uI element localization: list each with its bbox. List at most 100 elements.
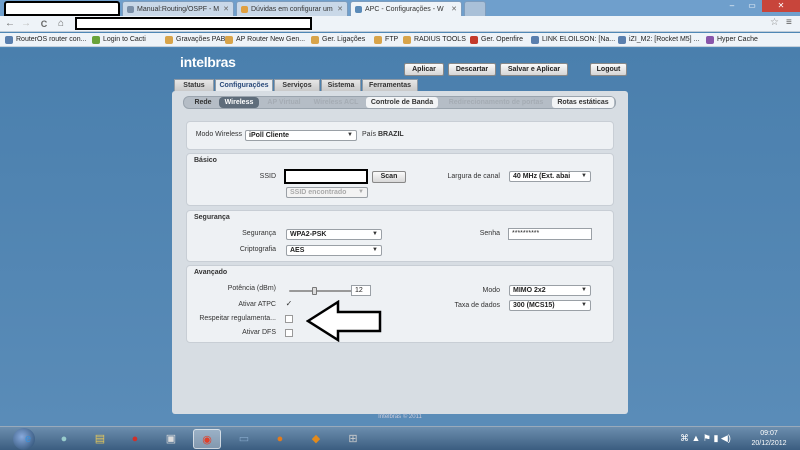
regulations-label: Respeitar regulamenta... [199, 315, 276, 322]
regulations-checkbox[interactable] [285, 315, 293, 323]
forward-arrow-icon[interactable]: → [20, 18, 32, 30]
internet-explorer-icon[interactable]: e [14, 429, 42, 449]
bookmark-star-icon[interactable]: ☆ [770, 17, 779, 28]
subtab-redirecionamento: Redirecionamento de portas [448, 99, 544, 106]
bookmark-item[interactable]: Hyper Cache [706, 36, 758, 44]
bookmarks-bar: RouterOS router con... Login to Cacti Grav… [0, 33, 800, 47]
bookmark-item[interactable]: iZI_M2: [Rocket M5] ... [618, 36, 700, 44]
power-input[interactable]: 12 [351, 285, 371, 296]
browser-tab[interactable]: Dúvidas em configurar um ✕ [236, 1, 348, 16]
channel-width-label: Largura de canal [447, 173, 500, 180]
clock-time: 09:07 [760, 430, 778, 437]
address-bar[interactable] [75, 17, 312, 30]
mimo-mode-select[interactable]: MIMO 2x2 ▼ [509, 285, 591, 296]
power-slider[interactable] [289, 287, 353, 295]
channel-width-select[interactable]: 40 MHz (Ext. abai ▼ [509, 171, 591, 182]
chrome-icon[interactable]: ◉ [193, 429, 221, 449]
bookmark-item[interactable]: Ger. Ligações [311, 36, 366, 44]
tab-status[interactable]: Status [174, 79, 214, 91]
windows-taskbar: e ● ▤ ● ▣ ◉ ▭ ● ◆ ⊞ ⌘ ▲ ⚑ ▮ ◀) 09:07 20/12/2012 [0, 426, 800, 450]
bookmark-item[interactable]: Gravações PABX [165, 36, 230, 44]
password-label: Senha [479, 230, 500, 237]
atpc-checkbox[interactable]: ✓ [285, 300, 293, 309]
firefox-icon[interactable]: ● [266, 429, 294, 449]
bookmark-label: Ger. Ligações [322, 36, 366, 43]
subtab-controle-banda[interactable]: Controle de Banda [366, 97, 438, 108]
bookmark-item[interactable]: Ger. Openfire [470, 36, 523, 44]
data-rate-select[interactable]: 300 (MCS15) ▼ [509, 300, 591, 311]
security-title: Segurança [194, 214, 230, 221]
maximize-icon[interactable]: ▭ [742, 0, 762, 12]
subtab-rotas-estaticas[interactable]: Rotas estáticas [552, 97, 614, 108]
intelbras-logo: intelbras [180, 54, 236, 70]
red-app-icon[interactable]: ● [121, 429, 149, 449]
atpc-label: Ativar ATPC [238, 301, 276, 308]
footer-copyright: Intelbras © 2011 [378, 414, 422, 420]
flame-app-icon[interactable]: ◆ [302, 429, 330, 449]
password-value: ********** [512, 230, 540, 237]
security-label: Segurança [242, 230, 276, 237]
bookmark-label: Hyper Cache [717, 36, 758, 43]
chevron-down-icon: ▼ [372, 247, 378, 253]
page-favicon-icon [355, 6, 362, 13]
tab-label: Manual:Routing/OSPF - M [137, 6, 220, 13]
close-tab-icon[interactable]: ✕ [337, 5, 343, 13]
explorer-folder-icon[interactable]: ▤ [86, 429, 114, 449]
minimize-icon[interactable]: – [722, 0, 742, 12]
tab-sistema[interactable]: Sistema [321, 79, 361, 91]
page-favicon-icon [127, 6, 134, 13]
tab-ferramentas[interactable]: Ferramentas [362, 79, 418, 91]
close-tab-icon[interactable]: ✕ [223, 5, 229, 13]
system-tray-icons[interactable]: ⌘ ▲ ⚑ ▮ ◀) [680, 433, 731, 444]
back-arrow-icon[interactable]: ← [4, 18, 16, 30]
bookmark-item[interactable]: AP Router New Gen... [225, 36, 306, 44]
apply-button[interactable]: Aplicar [404, 63, 444, 76]
network-app-icon[interactable]: ▣ [157, 429, 185, 449]
crypto-label: Criptografia [239, 246, 276, 253]
bookmark-item[interactable]: Login to Cacti [92, 36, 146, 44]
bookmark-label: AP Router New Gen... [236, 36, 306, 43]
browser-tab[interactable] [4, 1, 120, 16]
bookmark-favicon-icon [311, 36, 319, 44]
save-apply-button[interactable]: Salvar e Aplicar [500, 63, 568, 76]
dfs-checkbox[interactable] [285, 329, 293, 337]
bookmark-favicon-icon [706, 36, 714, 44]
bookmark-item[interactable]: RouterOS router con... [5, 36, 86, 44]
browser-menu-icon[interactable]: ≡ [786, 17, 792, 28]
password-input[interactable]: ********** [508, 228, 592, 240]
logout-button[interactable]: Logout [590, 63, 627, 76]
close-window-icon[interactable]: ✕ [762, 0, 800, 12]
network-connect-icon[interactable]: ⊞ [339, 429, 367, 449]
scan-button[interactable]: Scan [372, 171, 406, 183]
reload-icon[interactable]: C [38, 18, 50, 30]
messenger-icon[interactable]: ● [50, 429, 78, 449]
ssid-input[interactable] [284, 169, 368, 184]
ssid-found-select: SSID encontrado ▼ [286, 187, 368, 198]
browser-tab-active[interactable]: APC - Configurações - W ✕ [350, 1, 462, 17]
tab-servicos[interactable]: Serviços [274, 79, 320, 91]
taskbar-clock[interactable]: 09:07 20/12/2012 [740, 429, 798, 449]
country-value: BRAZIL [378, 131, 404, 138]
subtab-wireless-acl: Wireless ACL [313, 99, 359, 106]
chevron-down-icon: ▼ [581, 173, 587, 179]
bookmark-item[interactable]: RADIUS TOOLS [403, 36, 466, 44]
close-tab-icon[interactable]: ✕ [451, 5, 457, 13]
discard-button[interactable]: Descartar [448, 63, 496, 76]
browser-tab[interactable]: Manual:Routing/OSPF - M ✕ [122, 1, 234, 16]
home-icon[interactable]: ⌂ [55, 18, 67, 30]
wireless-mode-select[interactable]: iPoll Cliente ▼ [245, 130, 357, 141]
remote-desktop-icon[interactable]: ▭ [230, 429, 258, 449]
security-select[interactable]: WPA2-PSK ▼ [286, 229, 382, 240]
bookmark-item[interactable]: FTP [374, 36, 398, 44]
bookmark-favicon-icon [92, 36, 100, 44]
chevron-down-icon: ▼ [581, 287, 587, 293]
crypto-value: AES [290, 247, 305, 254]
power-slider-thumb[interactable] [312, 287, 318, 295]
subtab-rede[interactable]: Rede [188, 97, 218, 108]
crypto-select[interactable]: AES ▼ [286, 245, 382, 256]
new-tab-button[interactable] [464, 1, 486, 16]
bookmark-item[interactable]: LINK ELOILSON: [Na... [531, 36, 615, 44]
subtab-wireless[interactable]: Wireless [219, 97, 259, 108]
tab-label: APC - Configurações - W [365, 6, 444, 13]
bookmark-label: iZI_M2: [Rocket M5] ... [629, 36, 700, 43]
